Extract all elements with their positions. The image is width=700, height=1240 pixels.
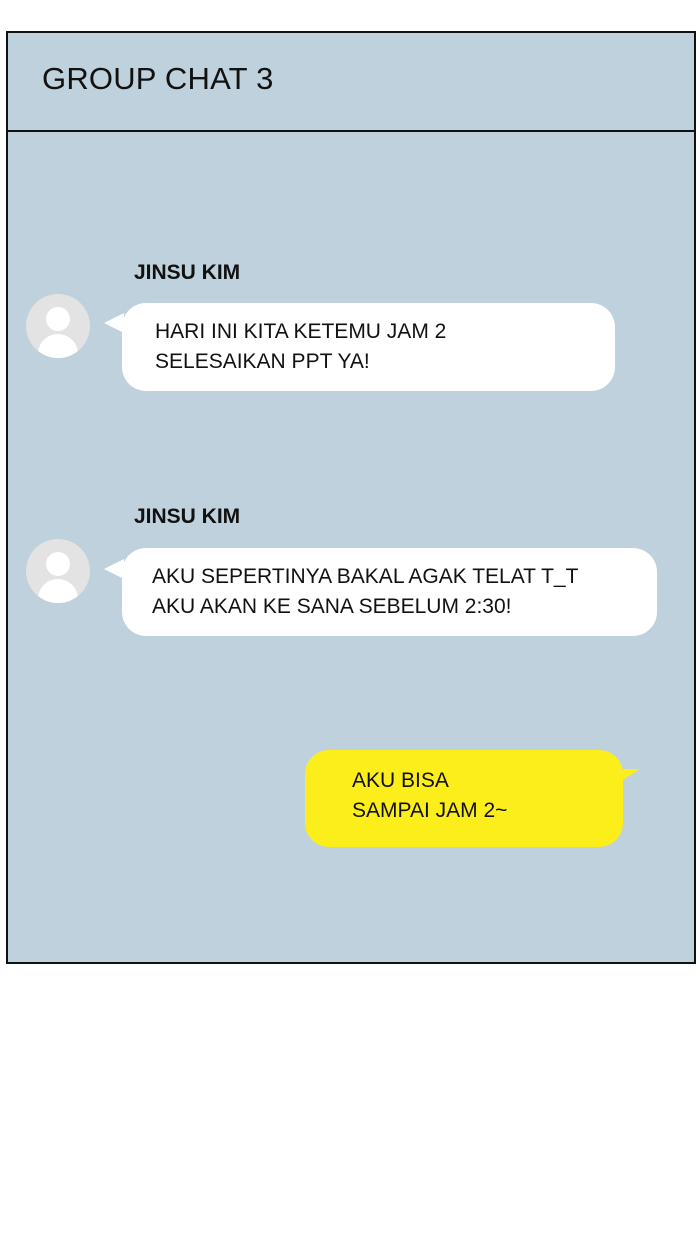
avatar-shoulders-shape xyxy=(38,334,78,358)
incoming-message-bubble[interactable]: HARI INI KITA KETEMU JAM 2 SELESAIKAN PP… xyxy=(122,303,615,391)
message-text-line: AKU AKAN KE SANA SEBELUM 2:30! xyxy=(152,595,512,618)
avatar-shoulders-shape xyxy=(38,579,78,603)
user-avatar-icon[interactable] xyxy=(26,294,90,358)
avatar-head-shape xyxy=(46,307,70,331)
chat-header: GROUP CHAT 3 xyxy=(8,33,694,132)
chat-window: GROUP CHAT 3 JINSU KIM HARI INI KITA KET… xyxy=(6,31,696,964)
chat-title: GROUP CHAT 3 xyxy=(42,61,274,96)
message-text-line: AKU SEPERTINYA BAKAL AGAK TELAT T_T xyxy=(152,565,579,588)
message-text-line: AKU BISA xyxy=(352,769,449,792)
message-text-line: SAMPAI JAM 2~ xyxy=(352,799,508,822)
incoming-bubble-tail xyxy=(104,559,124,579)
message-sender-name: JINSU KIM xyxy=(134,505,241,528)
message-text-line: SELESAIKAN PPT YA! xyxy=(155,350,370,373)
user-avatar-icon[interactable] xyxy=(26,539,90,603)
incoming-message-bubble[interactable]: AKU SEPERTINYA BAKAL AGAK TELAT T_T AKU … xyxy=(122,548,657,636)
avatar-head-shape xyxy=(46,552,70,576)
message-text-line: HARI INI KITA KETEMU JAM 2 xyxy=(155,320,447,343)
incoming-bubble-tail xyxy=(104,313,124,333)
message-sender-name: JINSU KIM xyxy=(134,261,241,284)
outgoing-message-bubble[interactable]: AKU BISA SAMPAI JAM 2~ xyxy=(305,750,623,847)
